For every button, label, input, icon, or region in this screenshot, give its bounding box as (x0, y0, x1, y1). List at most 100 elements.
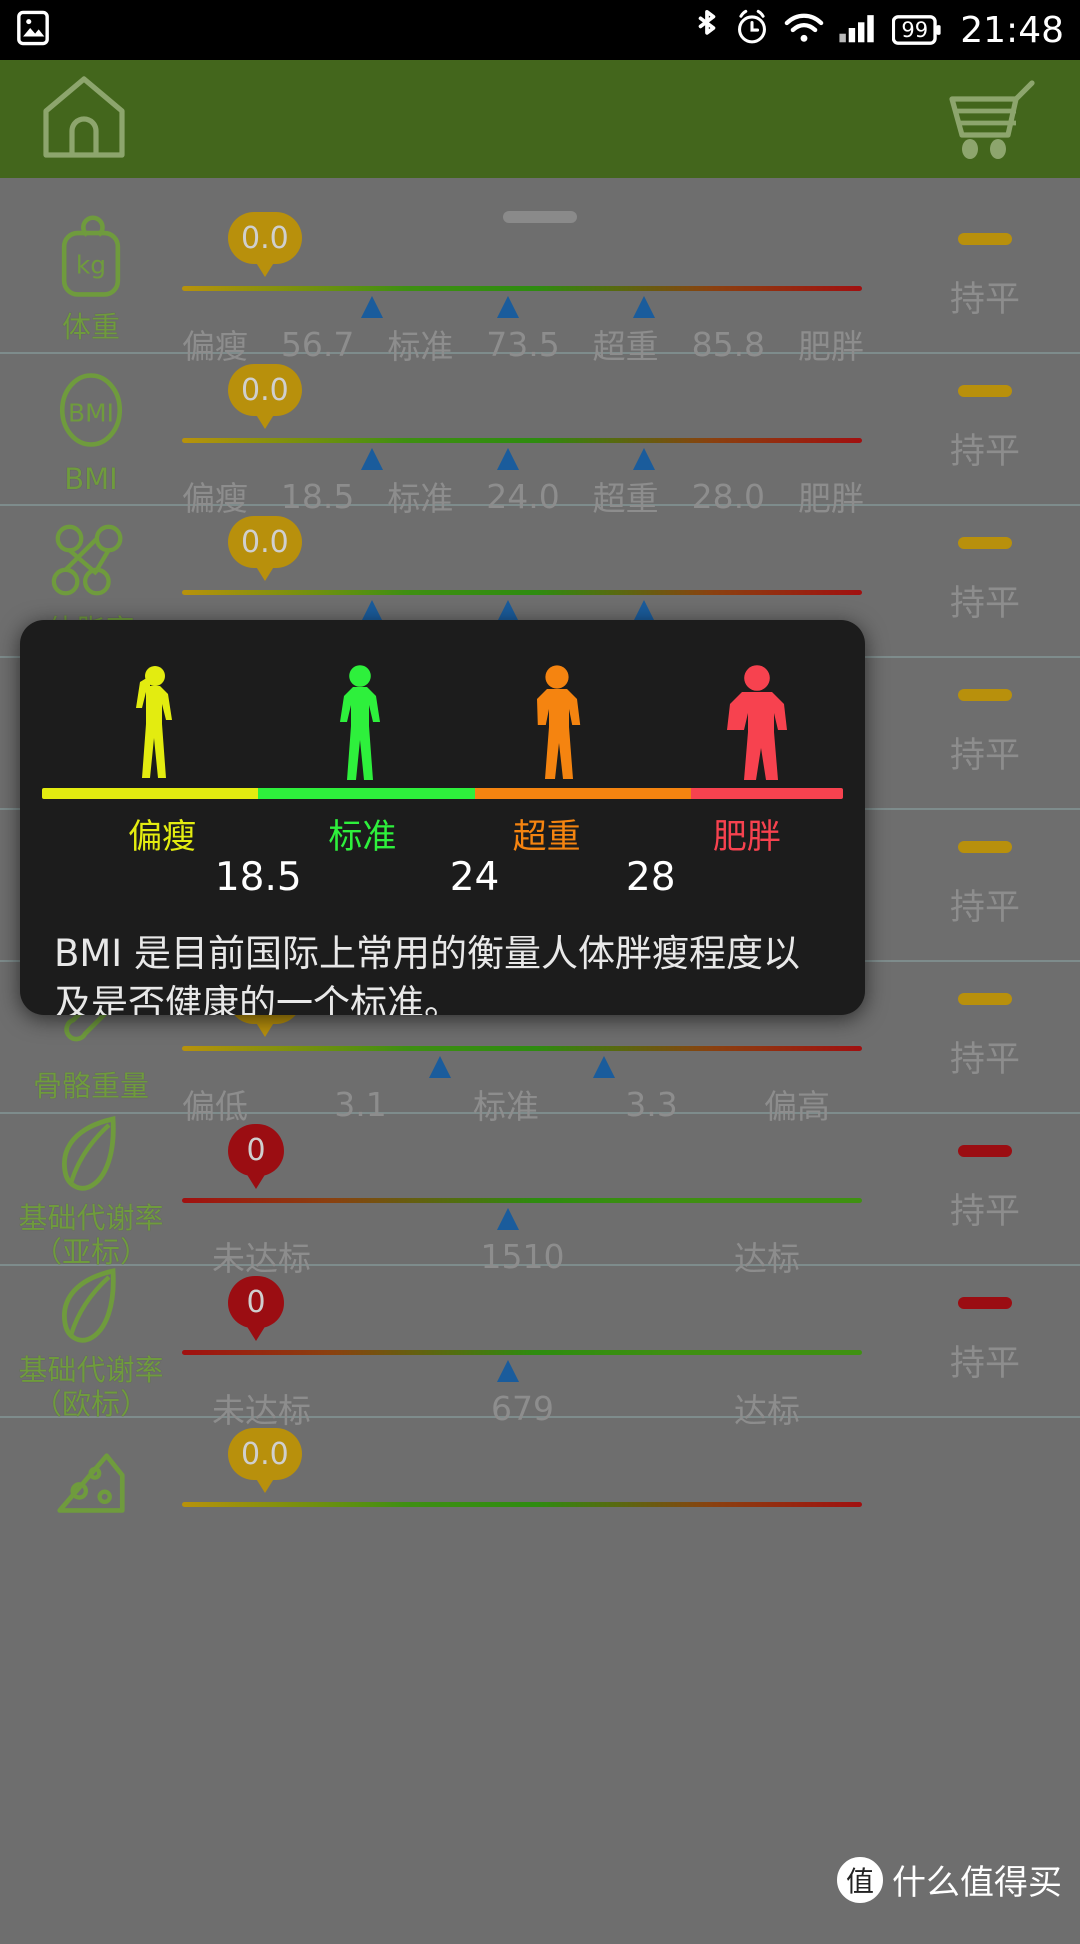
signal-icon (838, 11, 878, 49)
metric-trend: 持平 (890, 506, 1080, 656)
metric-row-bmi[interactable]: BMI BMI 0.0 偏瘦 18.5 标准 24.0 超重 28.0 肥胖 持… (0, 354, 1080, 518)
metric-icon-cell: 基础代谢率 （亚标） (0, 1111, 182, 1267)
metric-icon-cell (0, 1418, 182, 1538)
trend-dash-icon (958, 232, 1012, 245)
scale-marker (497, 296, 520, 318)
bluetooth-icon (694, 7, 720, 53)
status-bar-right: 99 21:48 (694, 7, 1064, 53)
shopping-cart-icon[interactable] (940, 71, 1044, 167)
metric-trend: 持平 (890, 354, 1080, 504)
home-icon[interactable] (36, 71, 132, 167)
trend-dash-icon (958, 384, 1012, 397)
metric-trend (890, 1418, 1080, 1538)
person-overweight-icon (525, 664, 581, 782)
metric-icon-cell: kg 体重 (0, 202, 182, 352)
metric-gauge: 0.0 偏瘦 18.5 标准 24.0 超重 28.0 肥胖 (182, 354, 890, 518)
metric-trend: 持平 (890, 202, 1080, 352)
scale-marker (361, 448, 384, 470)
visceral-fat-icon (48, 1444, 134, 1534)
metric-scale-bar (182, 1350, 862, 1355)
metric-markers (182, 1056, 862, 1082)
person-normal-icon (331, 664, 385, 782)
trend-label: 持平 (949, 279, 1020, 320)
trend-label: 持平 (949, 431, 1020, 472)
trend-dash-icon (958, 1296, 1012, 1309)
trend-label: 持平 (949, 887, 1020, 928)
status-bar: 99 21:48 (0, 0, 1080, 60)
wifi-icon (784, 11, 824, 49)
category-label-normal: 标准 (328, 817, 397, 857)
trend-label: 持平 (949, 1343, 1020, 1384)
metric-icon-cell: BMI BMI (0, 354, 182, 504)
leaf-icon (53, 1263, 129, 1351)
metric-markers (182, 448, 862, 474)
trend-dash-icon (958, 840, 1012, 853)
threshold-value: 28 (625, 855, 676, 900)
metric-trend: 持平 (890, 962, 1080, 1112)
metric-gauge: 0 未达标 1510 达标 (182, 1114, 890, 1278)
category-label-underweight: 偏瘦 (128, 817, 197, 857)
scale-marker (361, 600, 384, 622)
scale-marker (592, 1056, 615, 1078)
scale-marker (497, 1208, 520, 1230)
metric-label: 基础代谢率 (18, 1200, 164, 1235)
trend-label: 持平 (949, 1039, 1020, 1080)
category-label-overweight: 超重 (512, 817, 581, 857)
bar-segment-normal (258, 788, 475, 799)
trend-dash-icon (958, 1144, 1012, 1157)
metric-trend: 持平 (890, 810, 1080, 960)
trend-dash-icon (958, 536, 1012, 549)
metric-label-sub: （欧标） (32, 1387, 149, 1421)
bmi-info-dialog[interactable]: 偏瘦 标准 超重 肥胖 18.5 24 28 BMI 是目前国际上常用的衡量人体… (20, 620, 865, 1015)
metric-row-bmr-eu[interactable]: 基础代谢率 （欧标） 0 未达标 679 达标 持平 (0, 1263, 1080, 1430)
battery-level: 99 (901, 18, 929, 42)
svg-text:kg: kg (76, 250, 106, 279)
svg-text:BMI: BMI (68, 398, 114, 427)
metric-value-badge: 0.0 (228, 1428, 302, 1480)
threshold-value: 18.5 (214, 855, 302, 900)
metric-trend: 持平 (890, 1266, 1080, 1416)
metric-markers (182, 1208, 862, 1234)
metric-gauge: 0.0 偏瘦 56.7 标准 73.5 超重 85.8 肥胖 (182, 202, 890, 366)
metric-row-weight[interactable]: kg 体重 0.0 偏瘦 56.7 标准 73.5 超重 85.8 肥胖 持平 (0, 202, 1080, 366)
metric-scale-bar (182, 1046, 862, 1051)
bmi-category-labels: 偏瘦 标准 超重 肥胖 (42, 809, 843, 857)
metric-trend: 持平 (890, 1114, 1080, 1264)
status-bar-clock: 21:48 (960, 9, 1064, 51)
scale-marker (429, 1056, 452, 1078)
metric-scale-bar (182, 1198, 862, 1203)
metric-value-badge: 0 (228, 1276, 284, 1328)
app-bar (0, 60, 1080, 178)
bmi-scale-bar (42, 788, 843, 799)
watermark: 值 什么值得买 (837, 1855, 1062, 1904)
metric-scale-bar (182, 590, 862, 595)
threshold-value: 24 (449, 855, 500, 900)
metric-row-visceral-fat[interactable]: 0.0 (0, 1418, 1080, 1538)
bmi-figure-row (20, 652, 865, 782)
bar-segment-overweight (474, 788, 691, 799)
bmi-icon: BMI (48, 364, 134, 460)
category-label-obese: 肥胖 (712, 817, 781, 857)
scale-marker (497, 1360, 520, 1382)
metric-label: BMI (64, 461, 118, 496)
trend-dash-icon (958, 992, 1012, 1005)
metric-value-badge: 0.0 (228, 516, 302, 568)
bmi-threshold-values: 18.5 24 28 (42, 855, 843, 907)
metric-row-bmr-asia[interactable]: 基础代谢率 （亚标） 0 未达标 1510 达标 持平 (0, 1111, 1080, 1278)
metrics-list[interactable]: kg 体重 0.0 偏瘦 56.7 标准 73.5 超重 85.8 肥胖 持平 … (0, 202, 1080, 1944)
scale-marker (633, 600, 656, 622)
metric-gauge: 0.0 (182, 1418, 890, 1538)
metric-markers (182, 1360, 862, 1386)
scale-marker (633, 296, 656, 318)
metric-scale-bar (182, 438, 862, 443)
metric-scale-bar (182, 1502, 862, 1507)
body-fat-icon (48, 517, 134, 611)
trend-dash-icon (958, 688, 1012, 701)
metric-value-badge: 0.0 (228, 212, 302, 264)
metric-gauge: 0 未达标 679 达标 (182, 1266, 890, 1430)
leaf-icon (53, 1111, 129, 1199)
battery-icon: 99 (892, 14, 942, 46)
metric-trend: 持平 (890, 658, 1080, 808)
watermark-text: 什么值得买 (892, 1863, 1062, 1903)
status-bar-left (16, 9, 50, 51)
